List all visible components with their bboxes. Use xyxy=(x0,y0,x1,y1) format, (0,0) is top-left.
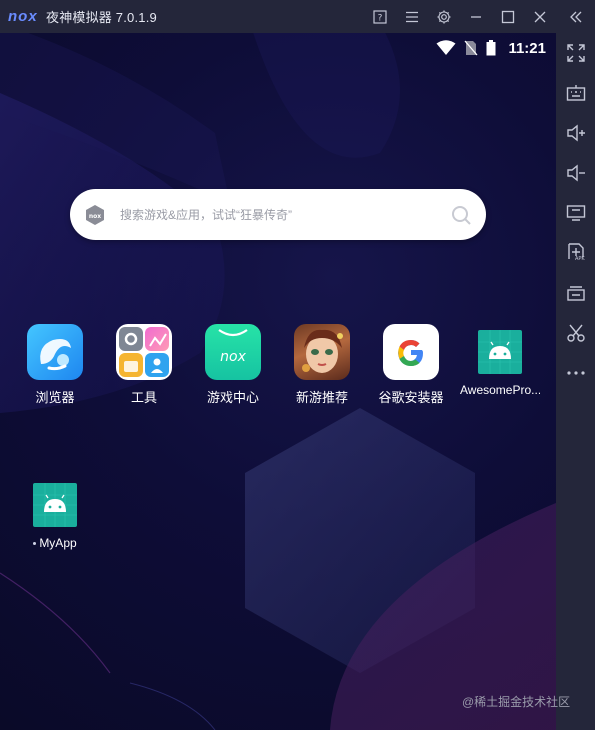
add-apk-button[interactable]: APK xyxy=(556,237,595,269)
maximize-icon xyxy=(501,10,515,23)
keyboard-button[interactable] xyxy=(556,77,595,109)
multi-instance-icon xyxy=(566,286,585,301)
help-button[interactable]: ? xyxy=(364,0,396,33)
menu-icon xyxy=(406,11,418,22)
fullscreen-icon xyxy=(566,44,585,62)
help-icon: ? xyxy=(373,9,387,24)
status-clock: 11:21 xyxy=(508,39,546,57)
battery-icon xyxy=(486,40,496,56)
volume-down-button[interactable] xyxy=(556,157,595,189)
multi-instance-button[interactable] xyxy=(556,277,595,309)
apk-badge: APK xyxy=(575,256,585,262)
app-label: 工具 xyxy=(130,390,157,405)
app-label: 谷歌安装器 xyxy=(378,390,444,405)
svg-text:nox: nox xyxy=(220,349,246,365)
app-tools-folder[interactable]: 工具 xyxy=(104,324,184,406)
close-icon xyxy=(534,11,546,22)
volume-up-button[interactable] xyxy=(556,117,595,149)
minimize-icon xyxy=(471,15,481,18)
search-bar[interactable]: nox 搜索游戏&应用，试试“狂暴传奇” xyxy=(70,189,486,240)
tools-folder-icon xyxy=(116,324,172,380)
screen-button[interactable] xyxy=(556,197,595,229)
android-app-icon xyxy=(31,481,79,529)
volume-up-icon xyxy=(566,124,585,142)
new-app-dot xyxy=(33,542,37,546)
app-new-games[interactable]: 新游推荐 xyxy=(282,324,362,406)
wifi-icon xyxy=(436,40,456,55)
android-app-icon xyxy=(476,328,524,376)
screenshot-button[interactable] xyxy=(556,317,595,349)
fullscreen-button[interactable] xyxy=(556,37,595,69)
status-bar: 11:21 xyxy=(436,37,546,59)
app-browser[interactable]: 浏览器 xyxy=(15,324,95,406)
menu-button[interactable] xyxy=(396,0,428,33)
google-installer-icon xyxy=(383,324,439,380)
app-label: 新游推荐 xyxy=(295,390,348,405)
more-button[interactable] xyxy=(556,357,595,389)
emulator-screen[interactable]: 11:21 nox 搜索游戏&应用，试试“狂暴传奇” 浏览器 工具 nox 游戏… xyxy=(0,33,556,730)
app-myapp[interactable]: MyApp xyxy=(15,477,95,550)
search-placeholder: 搜索游戏&应用，试试“狂暴传奇” xyxy=(120,208,292,222)
close-button[interactable] xyxy=(524,0,556,33)
screen-icon xyxy=(566,205,585,221)
search-icon[interactable] xyxy=(450,204,472,226)
svg-text:?: ? xyxy=(378,13,383,23)
game-center-icon: nox xyxy=(205,324,261,380)
app-google-installer[interactable]: 谷歌安装器 xyxy=(371,324,451,406)
keyboard-icon xyxy=(566,85,585,101)
collapse-icon xyxy=(569,11,581,22)
no-sim-icon xyxy=(464,40,478,56)
app-awesomepro[interactable]: AwesomePro... xyxy=(460,324,540,397)
app-label: 游戏中心 xyxy=(206,390,259,405)
scissors-icon xyxy=(566,324,585,342)
app-label: 浏览器 xyxy=(35,390,75,405)
nox-logo: nox xyxy=(8,8,38,25)
app-label: MyApp xyxy=(15,536,95,550)
app-game-center[interactable]: nox 游戏中心 xyxy=(193,324,273,406)
svg-text:nox: nox xyxy=(89,213,101,220)
browser-icon xyxy=(27,324,83,380)
watermark: @稀土掘金技术社区 xyxy=(462,695,571,709)
volume-down-icon xyxy=(566,164,585,182)
collapse-sidebar-button[interactable] xyxy=(556,0,595,33)
more-icon xyxy=(566,371,585,375)
window-title: 夜神模拟器 7.0.1.9 xyxy=(46,10,157,25)
right-toolbar: APK xyxy=(556,33,595,730)
gear-icon xyxy=(437,10,451,23)
settings-button[interactable] xyxy=(428,0,460,33)
nox-hex-logo-icon: nox xyxy=(86,204,104,225)
minimize-button[interactable] xyxy=(460,0,492,33)
app-label-text: MyApp xyxy=(39,536,77,550)
new-games-icon xyxy=(294,324,350,380)
maximize-button[interactable] xyxy=(492,0,524,33)
app-label: AwesomePro... xyxy=(460,383,540,397)
title-bar: nox 夜神模拟器 7.0.1.9 ? xyxy=(0,0,595,33)
